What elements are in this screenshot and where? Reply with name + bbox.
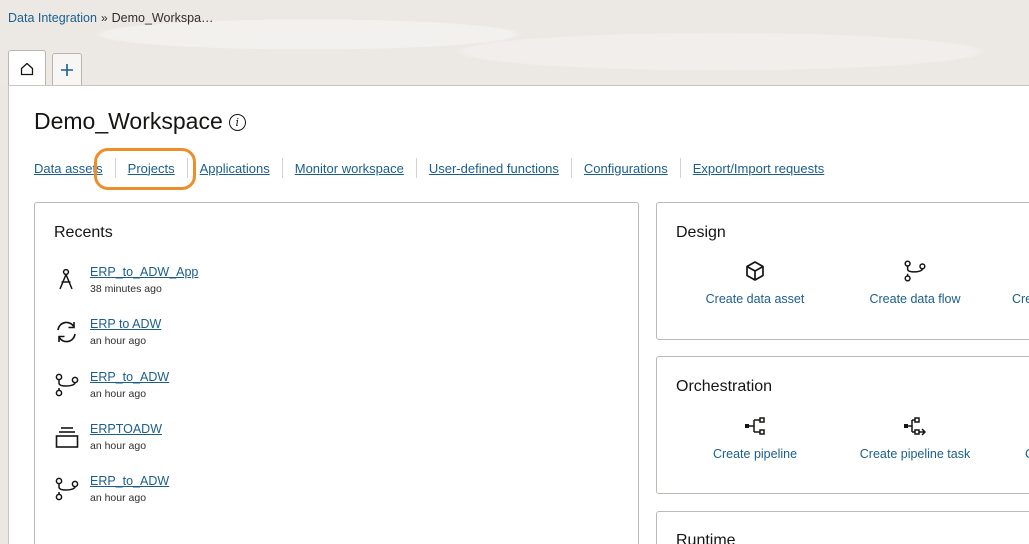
nav-divider <box>114 158 116 178</box>
recent-item-time: an hour ago <box>90 388 147 400</box>
nav-monitor-workspace[interactable]: Monitor workspace <box>295 161 404 176</box>
nav-divider <box>415 158 417 178</box>
create-data-flow-label: Create data flow <box>869 292 961 306</box>
recent-item-link[interactable]: ERP to ADW <box>90 317 161 331</box>
pipeline-task-icon <box>904 417 927 436</box>
design-card: Design Create data asset Create data flo… <box>656 202 1029 340</box>
nav-configurations[interactable]: Configurations <box>584 161 668 176</box>
truncated-icon <box>1012 259 1029 283</box>
create-data-asset-label: Create data asset <box>705 292 805 306</box>
breadcrumb: Data Integration » Demo_Workspa… <box>8 11 214 25</box>
data-flow-icon <box>904 260 926 282</box>
list-item: ERP_to_ADW_App 38 minutes ago <box>54 265 198 295</box>
runtime-card: Runtime <box>656 511 1029 544</box>
recent-item-link[interactable]: ERPTOADW <box>90 422 162 436</box>
tab-bar <box>8 50 82 86</box>
recent-item-link[interactable]: ERP_to_ADW <box>90 370 169 384</box>
nav-divider <box>570 158 572 178</box>
list-item: ERP_to_ADW an hour ago <box>54 474 169 504</box>
nav-divider <box>186 158 188 178</box>
page-title: Demo_Workspace i <box>34 108 246 135</box>
add-tab-button[interactable] <box>52 53 82 86</box>
nav-data-assets[interactable]: Data assets <box>34 161 103 176</box>
workspace-nav: Data assets Projects Applications Monito… <box>34 158 824 178</box>
workspace-panel: Demo_Workspace i Data assets Projects Ap… <box>8 85 1029 544</box>
truncated-icon <box>1025 414 1029 438</box>
nav-divider <box>281 158 283 178</box>
create-data-flow-button[interactable]: Create data flow <box>865 259 965 306</box>
nav-applications[interactable]: Applications <box>200 161 270 176</box>
list-item: ERPTOADW an hour ago <box>54 422 162 452</box>
recent-item-time: 38 minutes ago <box>90 283 162 295</box>
recent-item-link[interactable]: ERP_to_ADW <box>90 474 169 488</box>
plus-icon <box>61 64 73 76</box>
pipeline-icon <box>745 417 765 435</box>
design-title: Design <box>676 224 726 241</box>
create-pipeline-task-button[interactable]: Create pipeline task <box>857 414 973 461</box>
create-pipeline-label: Create pipeline <box>712 447 798 461</box>
recent-item-time: an hour ago <box>90 440 147 452</box>
recents-title: Recents <box>54 224 113 241</box>
application-icon <box>59 268 73 290</box>
list-item: ERP_to_ADW an hour ago <box>54 370 169 400</box>
create-pipeline-task-label: Create pipeline task <box>859 447 971 461</box>
info-icon[interactable]: i <box>228 114 246 131</box>
nav-projects[interactable]: Projects <box>128 161 175 176</box>
home-icon <box>20 62 34 75</box>
recents-card: Recents ERP_to_ADW_App 38 minutes ago ER… <box>34 202 639 544</box>
folder-stack-icon <box>55 427 79 448</box>
orchestration-card: Orchestration Create pipeline Create pip… <box>656 356 1029 494</box>
nav-user-defined-functions[interactable]: User-defined functions <box>429 161 559 176</box>
create-data-asset-button[interactable]: Create data asset <box>705 259 805 306</box>
runtime-title: Runtime <box>676 532 736 544</box>
cube-icon <box>746 261 764 281</box>
create-truncated-label: C <box>1025 447 1029 461</box>
create-pipeline-button[interactable]: Create pipeline <box>705 414 805 461</box>
recent-item-time: an hour ago <box>90 335 147 347</box>
sync-icon <box>57 321 76 343</box>
recent-item-time: an hour ago <box>90 492 147 504</box>
breadcrumb-root-link[interactable]: Data Integration <box>8 11 97 25</box>
create-truncated-button[interactable]: Cre <box>1012 259 1029 306</box>
create-truncated-label: Cre <box>1012 292 1029 306</box>
list-item: ERP to ADW an hour ago <box>54 317 161 347</box>
nav-export-import-requests[interactable]: Export/Import requests <box>693 161 825 176</box>
recent-item-link[interactable]: ERP_to_ADW_App <box>90 265 198 279</box>
orchestration-title: Orchestration <box>676 378 773 395</box>
data-flow-icon <box>55 373 79 397</box>
page-title-text: Demo_Workspace <box>34 108 223 134</box>
data-flow-icon <box>55 477 79 501</box>
tab-home[interactable] <box>8 50 46 86</box>
breadcrumb-current: Demo_Workspa… <box>111 11 214 25</box>
breadcrumb-separator: » <box>100 11 108 25</box>
create-truncated-button[interactable]: C <box>1025 414 1029 461</box>
nav-divider <box>679 158 681 178</box>
